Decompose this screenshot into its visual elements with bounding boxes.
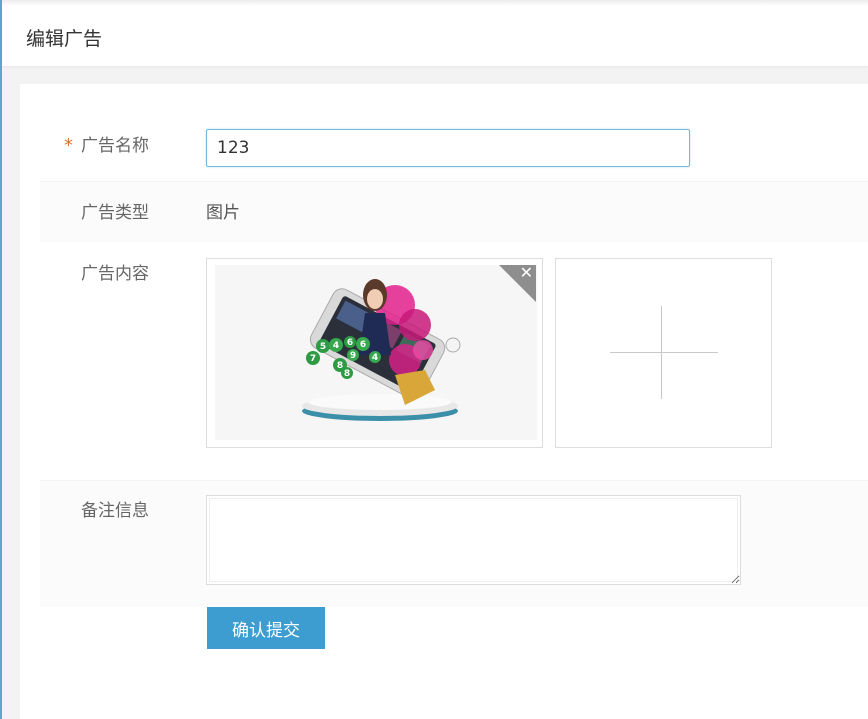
required-mark: *: [64, 135, 73, 156]
page-header: 编辑广告: [2, 0, 868, 66]
svg-text:4: 4: [372, 353, 378, 363]
ad-type-value: 图片: [206, 203, 240, 223]
remark-textarea[interactable]: [206, 495, 741, 585]
add-image-plus-icon: [610, 352, 718, 353]
svg-text:9: 9: [350, 351, 356, 361]
remark-label: 备注信息: [81, 501, 149, 521]
submit-button[interactable]: 确认提交: [207, 607, 325, 649]
left-edge-border: [0, 0, 2, 719]
ad-name-input[interactable]: [206, 129, 690, 167]
ad-type-row: [40, 181, 868, 242]
svg-text:6: 6: [347, 338, 353, 348]
svg-text:6: 6: [360, 340, 366, 350]
svg-text:5: 5: [320, 342, 326, 352]
page-title: 编辑广告: [26, 28, 103, 50]
svg-text:7: 7: [310, 354, 316, 364]
svg-text:8: 8: [344, 369, 350, 379]
svg-text:4: 4: [333, 341, 339, 351]
form-panel: * 广告名称 广告类型 图片 广告内容: [20, 84, 868, 719]
uploaded-image-card: 5 4 6 6 7 9 8 4 8 ✕: [206, 258, 543, 448]
add-image-button[interactable]: [555, 258, 772, 448]
close-icon[interactable]: ✕: [520, 265, 533, 281]
ad-image-illustration: 5 4 6 6 7 9 8 4 8: [302, 279, 461, 421]
ad-type-label: 广告类型: [81, 203, 149, 223]
ad-image-thumbnail: 5 4 6 6 7 9 8 4 8: [215, 265, 537, 440]
ad-content-label: 广告内容: [81, 264, 149, 284]
ad-name-label: 广告名称: [81, 136, 149, 156]
